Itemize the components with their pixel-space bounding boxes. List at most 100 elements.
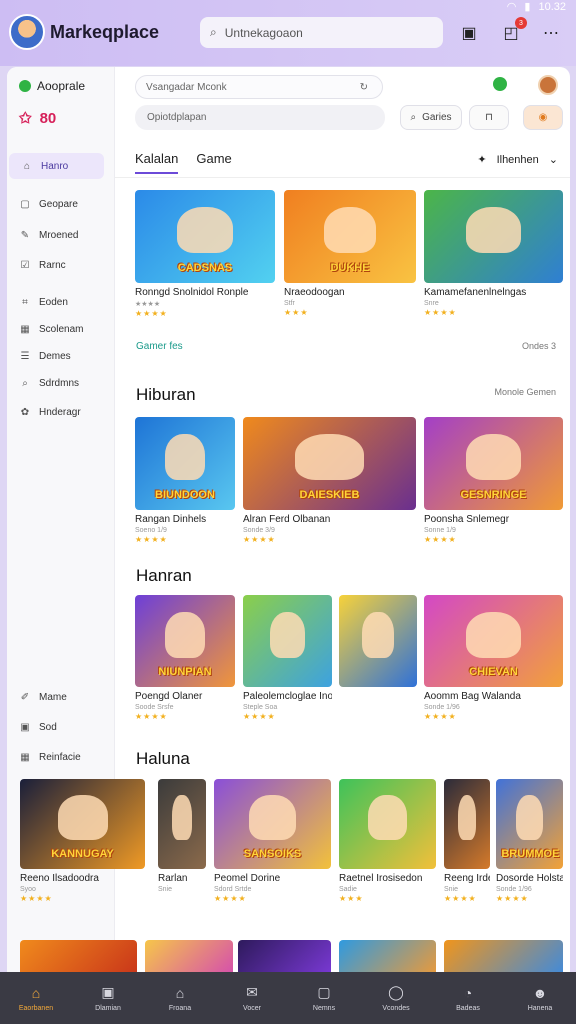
filter-dropdown[interactable]: ✦ Ilhenhen ⌄ xyxy=(477,153,558,167)
game-card[interactable]: Paleolemcloglae Inopng Steple Soa★★★★ xyxy=(243,595,332,721)
game-meta: Syoo xyxy=(20,886,36,893)
game-card[interactable]: DAIESKIEB Alran Ferd Olbanan Sonde 3/9 ★★★★ xyxy=(243,417,416,544)
game-card[interactable]: BRUMMOE Dosorde Holstan Sonde 1/96★★★★ xyxy=(496,779,563,903)
game-thumbnail[interactable]: CADSNAS xyxy=(135,190,275,283)
rating-stars: ★★★★ xyxy=(424,712,457,721)
star-icon: ✩ xyxy=(19,110,32,127)
tab-kalalan[interactable]: Kalalan xyxy=(135,151,179,174)
game-card[interactable]: DUKHE Nraeodoogan Stfr ★★★ xyxy=(284,190,416,317)
secondary-search-field[interactable]: Opiotdplapan xyxy=(135,105,385,130)
game-thumbnail[interactable]: DUKHE xyxy=(284,190,416,283)
game-thumbnail[interactable] xyxy=(339,779,436,869)
game-meta: Sdord Srtde xyxy=(214,886,252,893)
nav-item-5[interactable]: ◯ Vcondes xyxy=(360,972,432,1024)
game-thumbnail[interactable]: BIUNDOON xyxy=(135,417,235,510)
sidebar-item-7[interactable]: ⌕ Sdrdmns xyxy=(7,370,115,396)
nav-item-6[interactable]: ◔ Badeas xyxy=(432,972,504,1024)
sidebar-item-6[interactable]: ☰ Demes xyxy=(7,343,115,369)
sidebar-item-3[interactable]: ☑ Rarnc xyxy=(7,252,115,278)
game-card[interactable]: GESNRINGE Poonsha Snlemegr Sonne 1/9 ★★★★ xyxy=(424,417,563,544)
game-title: Alran Ferd Olbanan xyxy=(243,514,331,525)
cart-icon[interactable]: ▣ xyxy=(456,20,482,46)
sidebar-bottom-item-1[interactable]: ▣ Sod xyxy=(7,714,115,740)
sidebar-app[interactable]: Aooprale xyxy=(19,79,85,93)
nav-item-4[interactable]: ▢ Nemns xyxy=(288,972,360,1024)
link-icon: ✐ xyxy=(20,691,30,703)
rating-stars: ★★★★ xyxy=(243,535,276,544)
sidebar-item-5[interactable]: ▦ Scolenam xyxy=(7,316,115,342)
sidebar-item-label: Reinfacie xyxy=(39,751,81,763)
rating-stars: ★★★★ xyxy=(243,712,276,721)
game-thumbnail[interactable]: SANSOIKS xyxy=(214,779,331,869)
sidebar-bottom-item-0[interactable]: ✐ Mame xyxy=(7,684,115,710)
game-card[interactable] xyxy=(339,595,417,687)
game-thumbnail[interactable] xyxy=(444,779,490,869)
nav-item-3[interactable]: ✉ Vocer xyxy=(216,972,288,1024)
game-card[interactable]: Raetnel Irosisedon Sadie ★★★ xyxy=(339,779,436,903)
rating-stars: ★★★★ xyxy=(20,894,53,903)
game-thumbnail[interactable] xyxy=(444,940,563,972)
tab-game[interactable]: Game xyxy=(196,151,231,174)
game-thumbnail[interactable] xyxy=(243,595,332,687)
content-search-field[interactable]: Vsangadar Mconk ↻ xyxy=(135,75,383,99)
character-art xyxy=(177,206,233,254)
game-card[interactable]: BIUNDOON Rangan Dinhels Soeno 1/9 ★★★★ xyxy=(135,417,235,544)
game-thumbnail[interactable]: NIUNPIAN xyxy=(135,595,235,687)
rating-stars: ★★★★ xyxy=(424,308,457,317)
character-art xyxy=(465,611,522,658)
game-card[interactable]: Reeng Irdeled Snie★★★★ xyxy=(444,779,490,903)
status-time: 10.32 xyxy=(538,0,566,13)
sidebar-item-8[interactable]: ✿ Hnderagr xyxy=(7,399,115,425)
game-card[interactable]: Rarlan Snie xyxy=(158,779,206,893)
game-thumbnail[interactable] xyxy=(145,940,233,972)
game-card[interactable]: NIUNPIAN Poengd Olaner Soode Srsfe ★★★★ xyxy=(135,595,235,721)
bookmark-button[interactable]: ⊓ xyxy=(469,105,509,130)
nav-item-0[interactable]: ⌂ Eaorbanen xyxy=(0,972,72,1024)
game-thumbnail[interactable]: CHIEVAN xyxy=(424,595,563,687)
calendar-icon: ▦ xyxy=(20,323,30,335)
avatar[interactable] xyxy=(538,75,558,95)
game-card[interactable]: SANSOIKS Peomel Dorine Sdord Srtde ★★★★ xyxy=(214,779,331,903)
game-title: Paleolemcloglae Inopng xyxy=(243,691,332,702)
signal-icon: ▮ xyxy=(524,1,531,13)
character-art xyxy=(516,795,543,841)
section-link[interactable]: Gamer fes xyxy=(136,341,183,352)
game-thumbnail[interactable] xyxy=(158,779,206,869)
notification-badge: 3 xyxy=(515,17,527,29)
sidebar-item-2[interactable]: ✎ Mroened xyxy=(7,222,115,248)
game-thumbnail[interactable] xyxy=(339,595,417,687)
sidebar-bottom-item-2[interactable]: ▦ Reinfacie xyxy=(7,744,115,770)
section-more-link[interactable]: Ondes 3 xyxy=(522,341,556,351)
game-thumbnail[interactable] xyxy=(339,940,436,972)
nav-item-2[interactable]: ⌂ Froana xyxy=(144,972,216,1024)
bell-icon[interactable]: ◰ 3 xyxy=(498,17,527,46)
rating-stars: ★★★★ xyxy=(214,894,247,903)
game-thumbnail[interactable]: BRUMMOE xyxy=(496,779,563,869)
game-card[interactable]: CADSNAS Ronngd Snolnidol Ronple ★★★★ ★★★★ xyxy=(135,190,275,318)
game-card[interactable]: Kamamefanenlnelngas Snre ★★★★ xyxy=(424,190,563,317)
more-icon[interactable]: ⋯ xyxy=(538,20,564,46)
gear-icon: ✦ xyxy=(477,154,487,166)
sidebar-item-4[interactable]: ⌗ Eoden xyxy=(7,289,115,315)
sidebar-item-0[interactable]: ⌂ Hanro xyxy=(9,153,104,179)
game-card[interactable]: KANNUGAY Reeno Ilsadoodra Syoo ★★★★ xyxy=(20,779,145,903)
game-thumbnail[interactable]: KANNUGAY xyxy=(20,779,145,869)
sidebar-item-1[interactable]: ▢ Geopare xyxy=(7,191,115,217)
game-thumbnail[interactable] xyxy=(238,940,331,972)
game-thumbnail[interactable]: GESNRINGE xyxy=(424,417,563,510)
games-filter-chip[interactable]: ⌕ Garies xyxy=(400,105,462,130)
refresh-icon[interactable]: ↻ xyxy=(360,82,368,93)
game-logo: BRUMMOE xyxy=(501,848,560,860)
nav-item-7[interactable]: ☻ Hanena xyxy=(504,972,576,1024)
app-logo[interactable] xyxy=(9,14,45,50)
nav-item-1[interactable]: ▣ Dlamian xyxy=(72,972,144,1024)
section-more-link[interactable]: Monole Gemen xyxy=(494,387,556,397)
game-thumbnail[interactable] xyxy=(424,190,563,283)
game-thumbnail[interactable] xyxy=(20,940,137,972)
sidebar-item-label: Sdrdmns xyxy=(39,377,80,389)
top-search-field[interactable]: ⌕ Untnekagoaon xyxy=(200,17,443,48)
nav-label: Eaorbanen xyxy=(18,1004,54,1012)
game-thumbnail[interactable]: DAIESKIEB xyxy=(243,417,416,510)
game-card[interactable]: CHIEVAN Aoomm Bag Walanda Sonde 1/96 ★★★★ xyxy=(424,595,563,721)
coin-button[interactable]: ◉ xyxy=(523,105,563,130)
